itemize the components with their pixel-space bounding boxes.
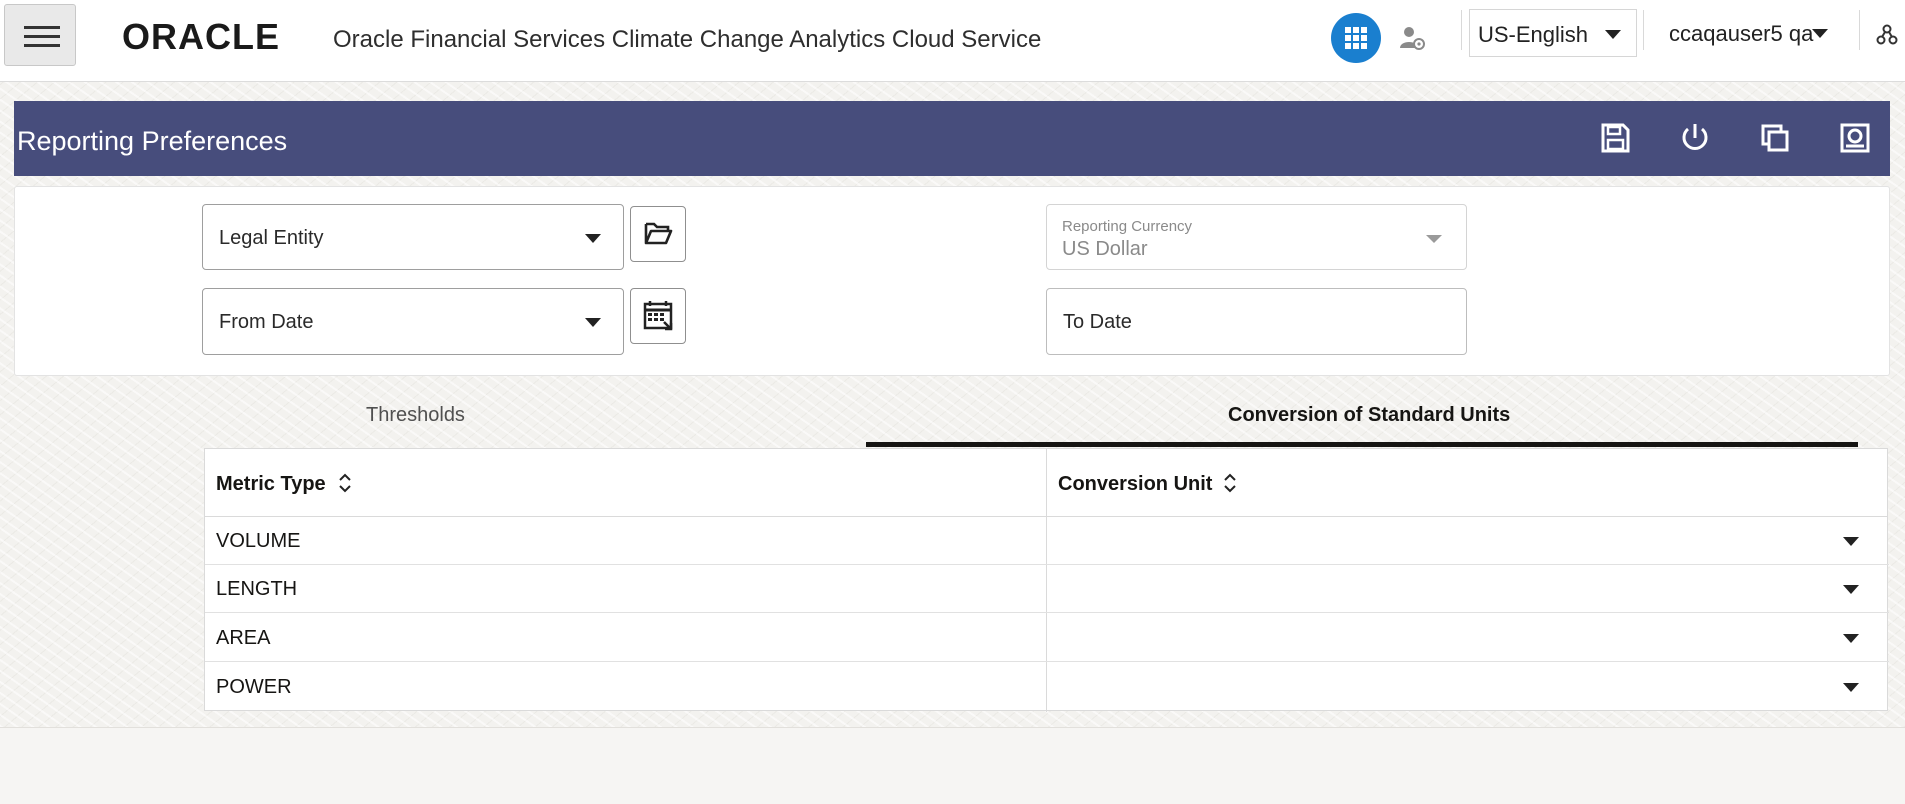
from-date-label: From Date [219, 311, 314, 333]
conversion-unit-select[interactable] [1047, 565, 1887, 613]
conversion-unit-select[interactable] [1047, 517, 1887, 565]
header-separator [1643, 10, 1644, 50]
copy-icon[interactable] [1755, 118, 1795, 158]
chevron-down-icon [585, 318, 601, 327]
to-date-field[interactable]: To Date [1046, 288, 1467, 355]
legal-entity-label: Legal Entity [219, 227, 324, 249]
language-value: US-English [1478, 22, 1589, 47]
reset-icon[interactable] [1675, 118, 1715, 158]
column-header-conversion-unit[interactable]: Conversion Unit [1047, 449, 1887, 517]
legal-entity-select[interactable]: Legal Entity [202, 204, 624, 270]
save-icon[interactable] [1595, 118, 1635, 158]
oracle-logo-image: ORACLE [122, 20, 280, 52]
oracle-logo: ORACLE [122, 20, 330, 52]
column-header-label: Conversion Unit [1058, 473, 1213, 495]
calendar-icon [643, 301, 673, 331]
conversion-unit-select[interactable] [1047, 663, 1887, 711]
preview-icon[interactable] [1835, 118, 1875, 158]
metric-type-cell: VOLUME [216, 530, 301, 552]
sort-icon[interactable] [338, 472, 352, 494]
active-tab-indicator [866, 442, 1858, 447]
chevron-down-icon [1812, 29, 1828, 38]
browse-folder-button[interactable] [630, 206, 686, 262]
conversion-units-table: Metric Type Conversion Unit VOLUME LENGT… [204, 448, 1889, 712]
hamburger-line [24, 44, 60, 47]
language-select[interactable]: US-English [1469, 9, 1637, 57]
tab-conversion-of-standard-units[interactable]: Conversion of Standard Units [1228, 404, 1510, 427]
oracle-logo-text: ORACLE [122, 20, 280, 52]
page-title: Reporting Preferences [17, 126, 288, 156]
header-separator [1859, 10, 1860, 50]
user-settings-icon[interactable] [1398, 24, 1426, 57]
reporting-currency-value: US Dollar [1062, 238, 1148, 260]
chevron-down-icon [1843, 634, 1859, 643]
calendar-button[interactable] [630, 288, 686, 344]
sort-icon[interactable] [1223, 472, 1237, 494]
to-date-label: To Date [1063, 311, 1132, 333]
grid-icon [1345, 27, 1367, 49]
header-separator [1461, 10, 1462, 50]
chevron-down-icon [1605, 30, 1621, 39]
column-header-metric-type[interactable]: Metric Type [205, 449, 1046, 517]
hierarchy-icon[interactable] [1876, 24, 1898, 51]
folder-icon [644, 222, 673, 245]
chevron-down-icon [1843, 585, 1859, 594]
chevron-down-icon [1843, 537, 1859, 546]
reporting-currency-select: Reporting Currency US Dollar [1046, 204, 1467, 270]
apps-grid-button[interactable] [1331, 13, 1381, 63]
conversion-unit-select[interactable] [1047, 614, 1887, 662]
column-header-label: Metric Type [216, 473, 326, 495]
hamburger-line [24, 26, 60, 29]
chevron-down-icon [585, 234, 601, 243]
table-row: LENGTH [205, 565, 1889, 613]
metric-type-cell: LENGTH [216, 578, 298, 600]
hamburger-line [24, 35, 60, 38]
chevron-down-icon [1426, 235, 1442, 243]
metric-type-cell: POWER [216, 676, 292, 698]
hamburger-menu-button[interactable] [4, 4, 76, 66]
user-menu[interactable]: ccaqauser5 qa [1669, 9, 1839, 57]
table-row: VOLUME [205, 517, 1889, 565]
table-row: POWER [205, 663, 1889, 711]
page-title-bar: Reporting Preferences [14, 101, 1890, 176]
user-name: ccaqauser5 qa [1669, 21, 1814, 46]
top-header: ORACLE Oracle Financial Services Climate… [0, 0, 1905, 82]
chevron-down-icon [1843, 683, 1859, 692]
reporting-currency-label: Reporting Currency [1062, 218, 1193, 235]
from-date-select[interactable]: From Date [202, 288, 624, 355]
metric-type-cell: AREA [216, 627, 271, 649]
table-row: AREA [205, 614, 1889, 662]
tab-thresholds[interactable]: Thresholds [366, 404, 465, 427]
app-title: Oracle Financial Services Climate Change… [333, 26, 1042, 53]
